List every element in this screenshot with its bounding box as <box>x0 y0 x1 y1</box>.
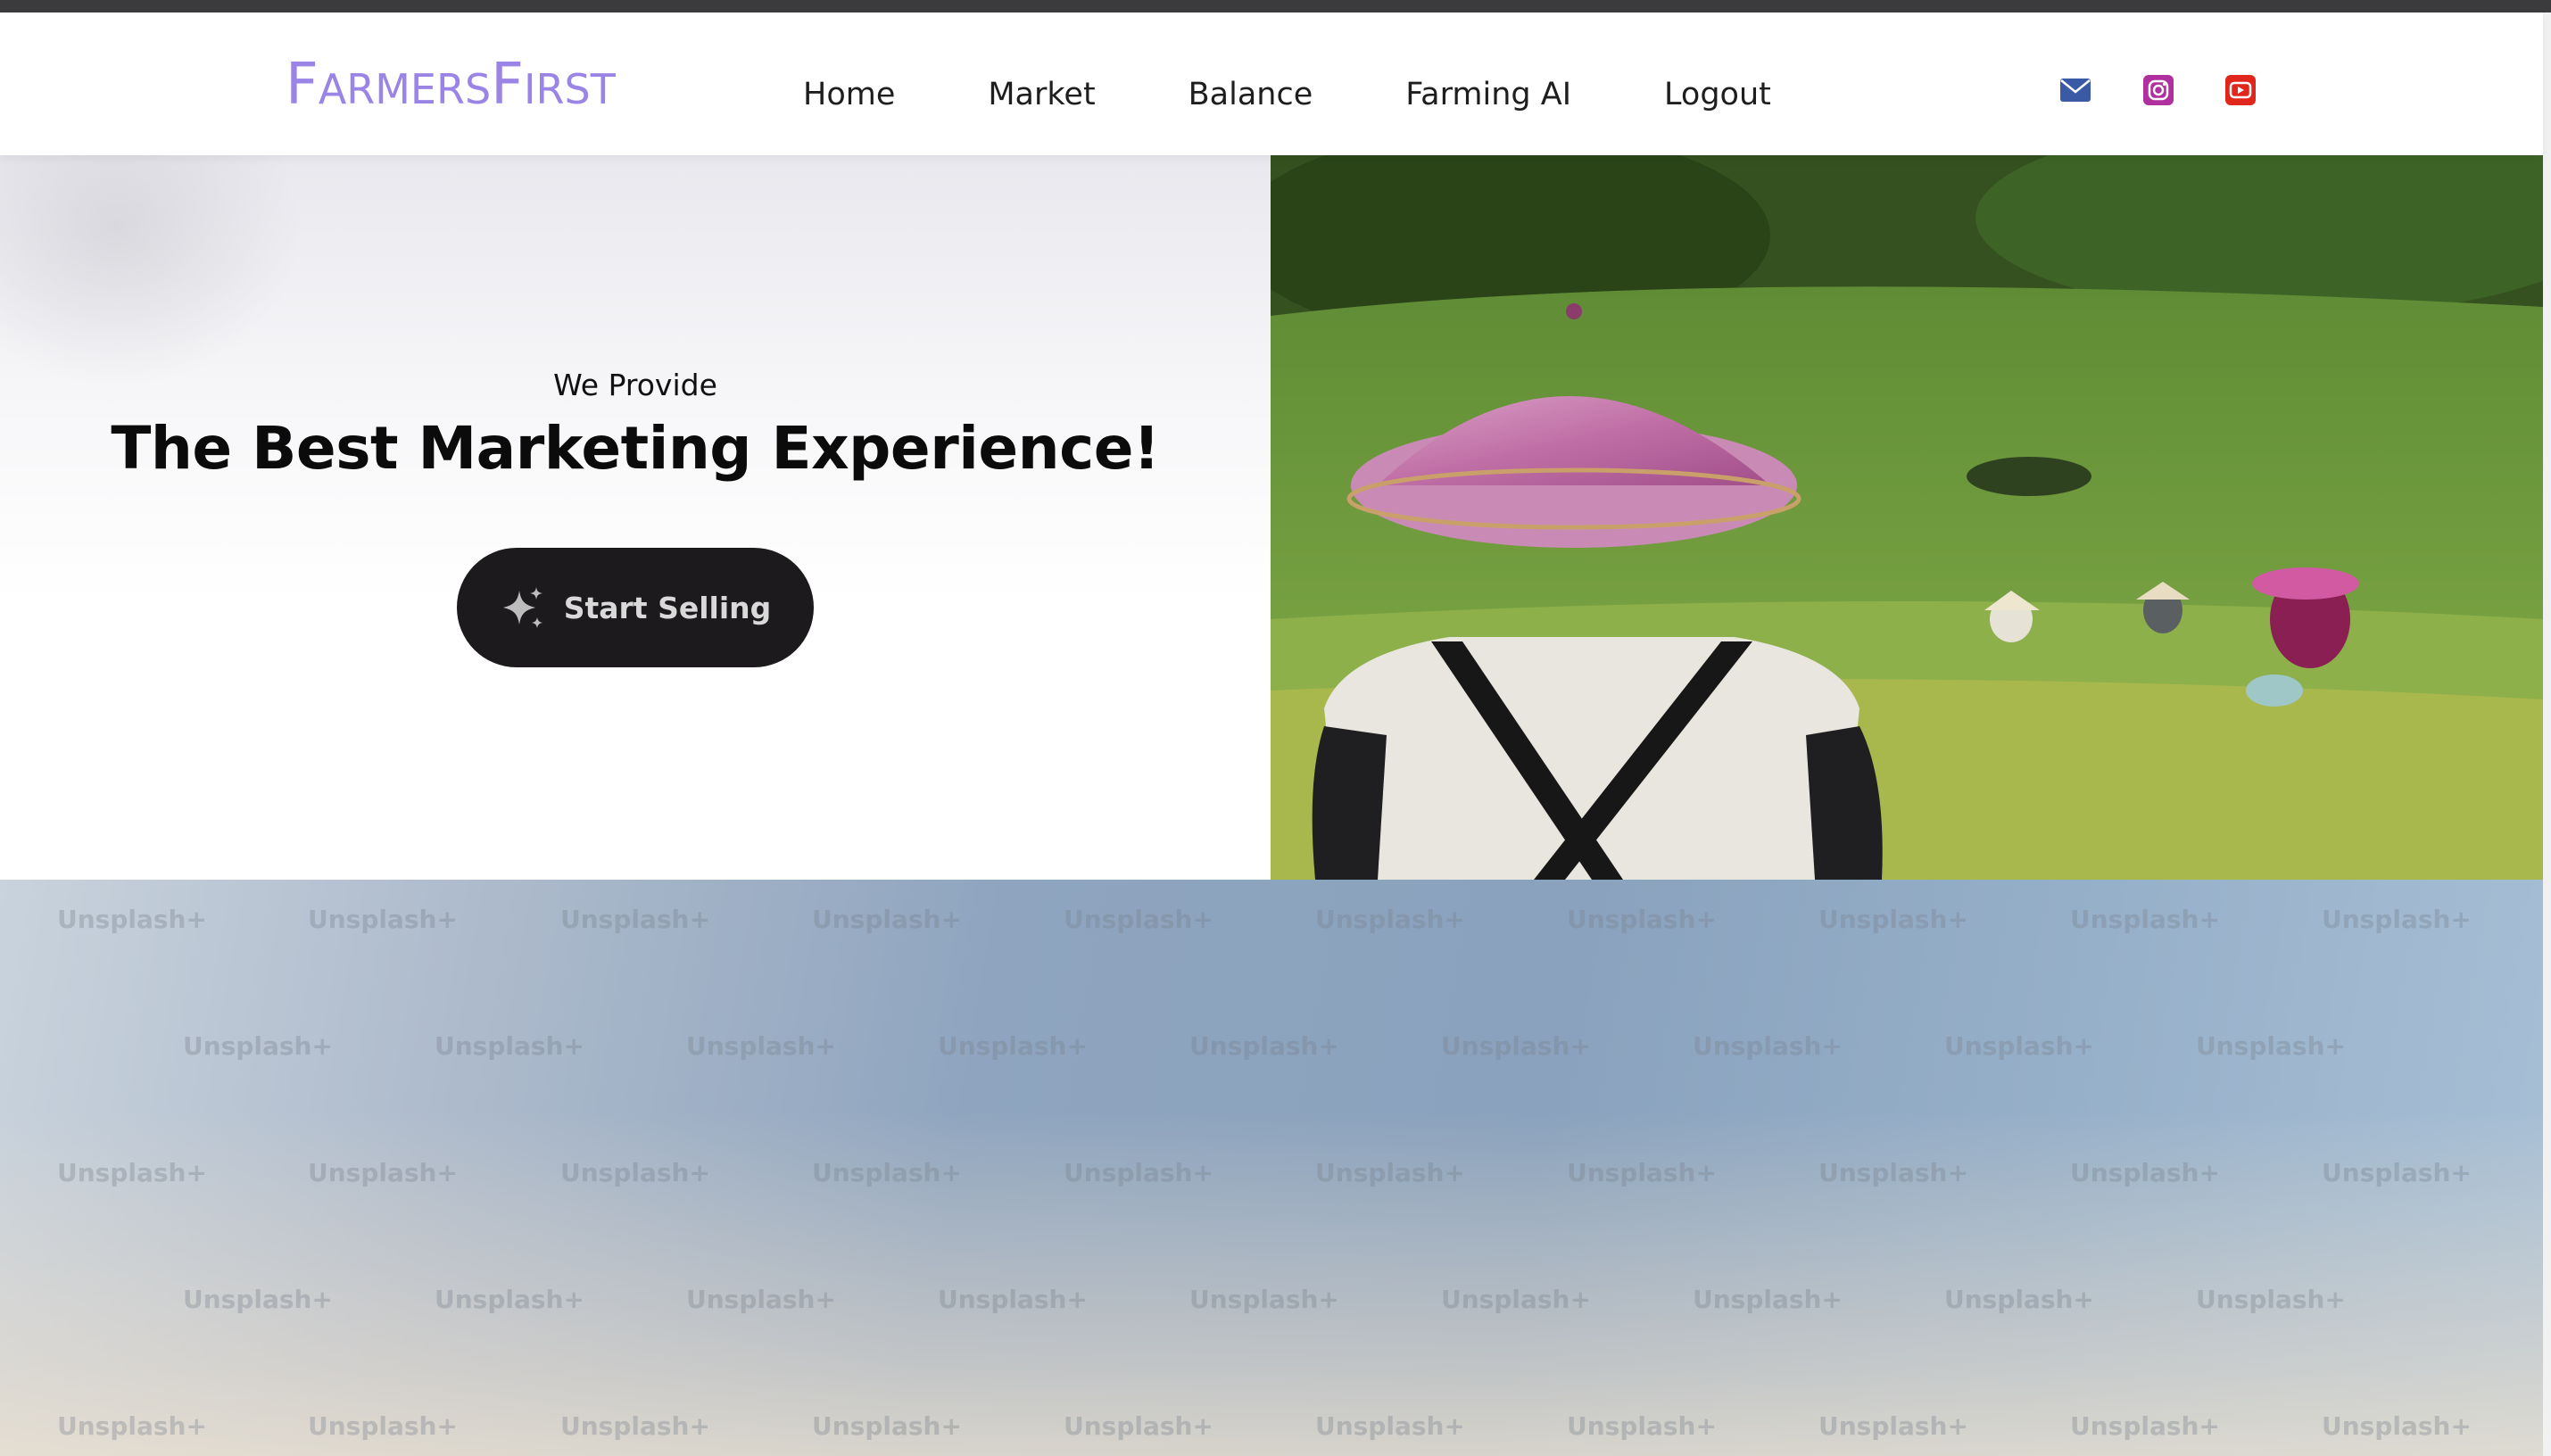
watermark-text: Unsplash+ <box>560 1158 710 1187</box>
watermark-text: Unsplash+ <box>2070 1411 2220 1441</box>
instagram-icon[interactable] <box>2143 75 2174 105</box>
watermark-text: Unsplash+ <box>1315 1158 1465 1187</box>
watermark-text: Unsplash+ <box>2322 905 2472 934</box>
site-navbar: F ARMERS F IRST Home Market Balance Farm… <box>0 12 2543 155</box>
watermark-text: Unsplash+ <box>57 1158 207 1187</box>
watermark-text: Unsplash+ <box>812 905 962 934</box>
watermark-text: Unsplash+ <box>2196 1031 2346 1061</box>
hero-text-panel: We Provide The Best Marketing Experience… <box>0 155 1271 880</box>
watermark-text: Unsplash+ <box>1441 1285 1591 1314</box>
sparkle-icon <box>502 587 543 628</box>
nav-home[interactable]: Home <box>803 59 895 130</box>
watermark-text: Unsplash+ <box>812 1411 962 1441</box>
watermark-row: Unsplash+ Unsplash+ Unsplash+ Unsplash+ … <box>0 1285 2543 1320</box>
watermark-row: Unsplash+ Unsplash+ Unsplash+ Unsplash+ … <box>0 1031 2543 1067</box>
watermark-text: Unsplash+ <box>2070 1158 2220 1187</box>
hero-section: We Provide The Best Marketing Experience… <box>0 155 2543 880</box>
watermark-text: Unsplash+ <box>2196 1285 2346 1314</box>
nav-market[interactable]: Market <box>988 59 1095 130</box>
watermark-text: Unsplash+ <box>1567 1411 1717 1441</box>
watermark-text: Unsplash+ <box>308 1411 458 1441</box>
hero-title: The Best Marketing Experience! <box>111 414 1160 483</box>
watermark-text: Unsplash+ <box>1567 905 1717 934</box>
start-selling-label: Start Selling <box>563 590 772 625</box>
watermark-text: Unsplash+ <box>1315 905 1465 934</box>
watermark-text: Unsplash+ <box>1818 1411 1968 1441</box>
watermark-row: Unsplash+ Unsplash+ Unsplash+ Unsplash+ … <box>0 1158 2543 1194</box>
watermark-text: Unsplash+ <box>686 1031 836 1061</box>
watermark-text: Unsplash+ <box>2070 905 2220 934</box>
watermark-text: Unsplash+ <box>1064 1158 1213 1187</box>
watermark-text: Unsplash+ <box>812 1158 962 1187</box>
watermark-text: Unsplash+ <box>1064 1411 1213 1441</box>
decorative-shade <box>0 155 303 387</box>
watermark-text: Unsplash+ <box>57 1411 207 1441</box>
watermark-text: Unsplash+ <box>1064 905 1213 934</box>
watermark-text: Unsplash+ <box>1818 905 1968 934</box>
watermark-text: Unsplash+ <box>308 905 458 934</box>
watermark-text: Unsplash+ <box>1944 1285 2094 1314</box>
logo-text: ARMERS <box>318 65 492 113</box>
watermark-text: Unsplash+ <box>57 905 207 934</box>
watermark-text: Unsplash+ <box>183 1031 333 1061</box>
mail-icon[interactable] <box>2060 75 2091 105</box>
watermark-text: Unsplash+ <box>1441 1031 1591 1061</box>
youtube-icon[interactable] <box>2225 75 2256 105</box>
watermark-text: Unsplash+ <box>2322 1411 2472 1441</box>
nav-balance[interactable]: Balance <box>1189 59 1313 130</box>
watermark-text: Unsplash+ <box>1693 1285 1843 1314</box>
watermark-text: Unsplash+ <box>1818 1158 1968 1187</box>
watermark-text: Unsplash+ <box>686 1285 836 1314</box>
sky-background-photo: Unsplash+ Unsplash+ Unsplash+ Unsplash+ … <box>0 880 2543 1456</box>
watermark-text: Unsplash+ <box>938 1031 1088 1061</box>
start-selling-button[interactable]: Start Selling <box>457 548 814 667</box>
watermark-row: Unsplash+ Unsplash+ Unsplash+ Unsplash+ … <box>0 1411 2543 1447</box>
watermark-text: Unsplash+ <box>560 905 710 934</box>
farm-workers-photo <box>1271 155 2543 880</box>
hero-subtitle: We Provide <box>553 368 717 402</box>
watermark-text: Unsplash+ <box>1189 1031 1339 1061</box>
watermark-text: Unsplash+ <box>308 1158 458 1187</box>
nav-farming-ai[interactable]: Farming AI <box>1405 59 1571 130</box>
logo-letter: F <box>286 52 319 118</box>
watermark-text: Unsplash+ <box>1944 1031 2094 1061</box>
nav-logout[interactable]: Logout <box>1664 59 1771 130</box>
watermark-text: Unsplash+ <box>1189 1285 1339 1314</box>
watermark-row: Unsplash+ Unsplash+ Unsplash+ Unsplash+ … <box>0 905 2543 940</box>
browser-top-strip <box>0 0 2551 12</box>
brand-logo[interactable]: F ARMERS F IRST <box>286 52 616 123</box>
watermark-text: Unsplash+ <box>2322 1158 2472 1187</box>
page-scrollbar[interactable] <box>2542 12 2551 1456</box>
logo-letter: F <box>491 52 524 118</box>
watermark-text: Unsplash+ <box>1567 1158 1717 1187</box>
logo-text: IRST <box>523 65 616 113</box>
watermark-text: Unsplash+ <box>938 1285 1088 1314</box>
watermark-text: Unsplash+ <box>1693 1031 1843 1061</box>
watermark-text: Unsplash+ <box>560 1411 710 1441</box>
main-nav: Home Market Balance Farming AI Logout <box>803 59 1864 130</box>
watermark-text: Unsplash+ <box>1315 1411 1465 1441</box>
watermark-text: Unsplash+ <box>183 1285 333 1314</box>
watermark-text: Unsplash+ <box>435 1031 584 1061</box>
watermark-text: Unsplash+ <box>435 1285 584 1314</box>
